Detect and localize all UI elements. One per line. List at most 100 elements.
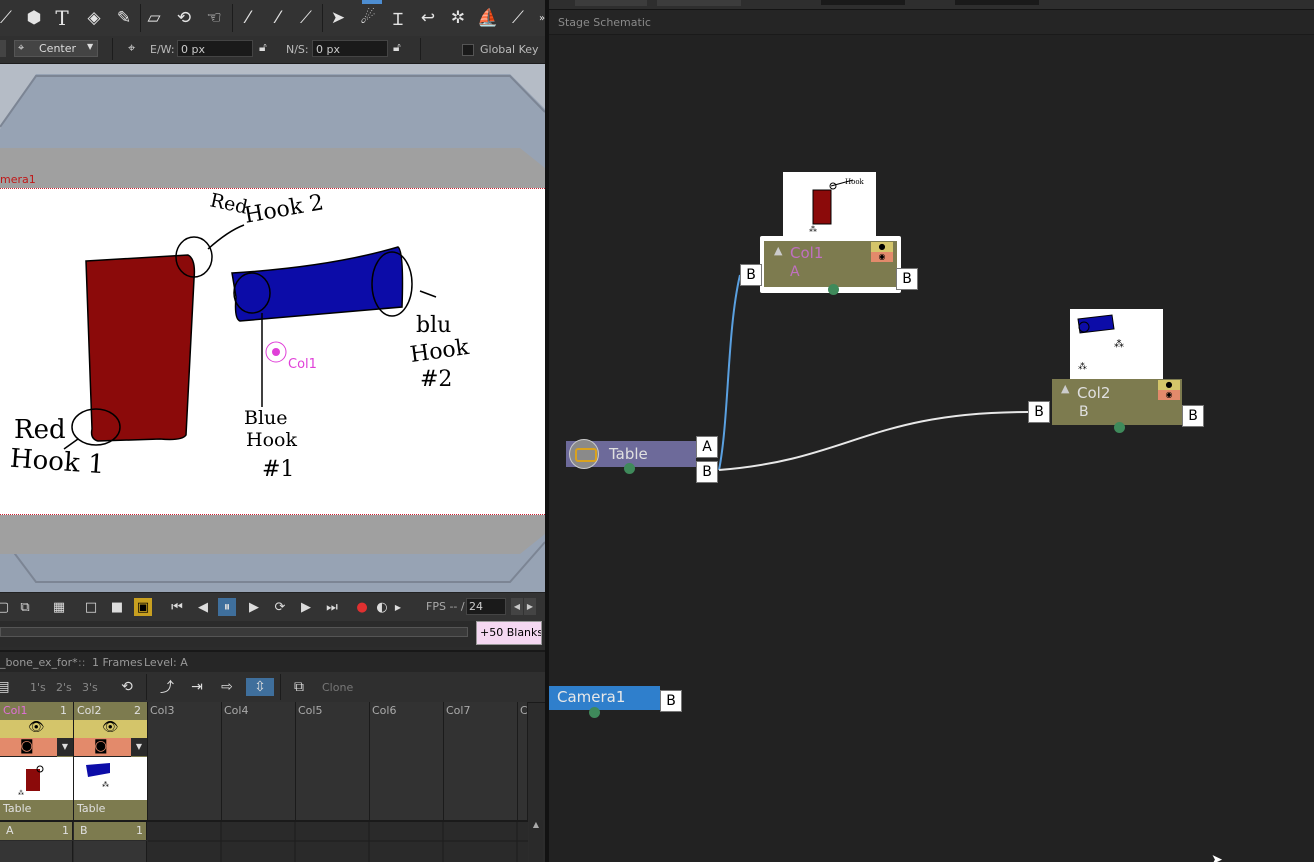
eye-icon[interactable]: ● [1158, 380, 1180, 390]
rgb-picker-tool-icon[interactable]: ⁄ [266, 6, 290, 30]
rotate-icon[interactable]: ⤴ [158, 678, 176, 696]
camera-port[interactable]: B [660, 690, 682, 712]
table-output-dot[interactable] [624, 463, 635, 474]
eraser-tool-icon[interactable]: ▱ [142, 6, 166, 30]
type-tool-icon[interactable]: T [50, 6, 74, 30]
chevron-right-icon[interactable]: ▶ [392, 598, 404, 616]
camstand-toggle-icon[interactable]: ◙ [20, 738, 34, 754]
import-icon[interactable]: ⇥ [188, 678, 206, 696]
node-sub: A [790, 264, 800, 280]
column-header-col5[interactable]: Col5 [296, 702, 370, 820]
ew-field[interactable]: 0 px [177, 40, 253, 57]
finger-tool-icon[interactable]: ☜ [202, 6, 226, 30]
plastic-tool-icon[interactable]: ⛵ [476, 6, 500, 30]
snapshot-icon[interactable]: ▢ [0, 598, 12, 616]
loop-icon[interactable]: ⟳ [271, 598, 289, 616]
last-frame-icon[interactable]: ⏭ [323, 598, 341, 616]
table-port-b[interactable]: B [696, 461, 718, 483]
brush-tool-icon[interactable]: ⟋ [0, 6, 18, 30]
magnet-tool-icon[interactable]: ⟋ [506, 6, 530, 30]
hook-tool-icon[interactable]: ✲ [446, 6, 470, 30]
step-2s-button[interactable]: 2's [56, 678, 72, 696]
camstand-icon[interactable]: ◉ [1158, 390, 1180, 400]
export-icon[interactable]: ⇨ [218, 678, 236, 696]
lock-icon[interactable]: 🔓︎ [259, 40, 267, 55]
frame-scrub-area: +50 Blanks [0, 621, 545, 647]
prev-frame-icon[interactable]: ◀ [194, 598, 212, 616]
channel-icon[interactable]: ◐ [373, 598, 391, 616]
compare-icon[interactable]: ⧉ [16, 598, 34, 616]
lock-icon[interactable]: 🔓︎ [393, 40, 401, 55]
column-header-col7[interactable]: Col7 [444, 702, 518, 820]
col2-output-dot[interactable] [1114, 422, 1125, 433]
fill-tool-icon[interactable]: ◈ [82, 6, 106, 30]
next-frame-icon[interactable]: ▶ [297, 598, 315, 616]
col1-output-dot[interactable] [828, 284, 839, 295]
stage-schematic-pane[interactable]: Stage Schematic Hook ⁂ ▲ Col1 A ● ◉ B B ⁂… [549, 0, 1314, 862]
black-bg-icon[interactable]: ■ [108, 598, 126, 616]
skeleton-tool-icon[interactable]: Ɪ [386, 6, 410, 30]
camstand-icon[interactable]: ◉ [871, 252, 893, 262]
chevron-down-icon[interactable]: ▼ [57, 738, 73, 756]
insert-icon[interactable]: ⇳ [246, 678, 274, 696]
tracker-tool-icon[interactable]: ↩ [416, 6, 440, 30]
camstand-toggle-icon[interactable]: ◙ [94, 738, 108, 754]
column-header-col8[interactable]: C [518, 702, 528, 820]
column-number: 1 [60, 704, 67, 717]
checkerboard-bg-icon[interactable]: ▦ [50, 598, 68, 616]
xsheet-cell[interactable] [74, 841, 147, 862]
geometric-tool-icon[interactable]: ⬢ [22, 6, 46, 30]
xsheet-cell[interactable]: A 1 [0, 822, 73, 840]
selection-tool-icon[interactable]: ➤ [326, 6, 350, 30]
column-header-col3[interactable]: Col3 [148, 702, 222, 820]
eye-icon[interactable]: 👁︎ [102, 720, 119, 735]
reverse-icon[interactable]: ⟲ [118, 678, 136, 696]
camera-output-dot[interactable] [589, 707, 600, 718]
ns-field[interactable]: 0 px [312, 40, 388, 57]
blanks-button[interactable]: +50 Blanks [476, 621, 542, 645]
play-icon[interactable]: ▶ [245, 598, 263, 616]
white-bg-icon[interactable]: □ [82, 598, 100, 616]
camera-node[interactable]: Camera1 [549, 686, 660, 710]
xsheet-cell[interactable] [0, 841, 73, 862]
col1-child-port[interactable]: B [896, 268, 918, 290]
xsheet-scrollbar[interactable]: ▲ [529, 820, 543, 862]
global-key-checkbox[interactable] [462, 44, 474, 56]
center-dropdown[interactable]: ⌖ Center ▼ [14, 40, 98, 57]
eye-icon[interactable]: 👁︎ [28, 720, 45, 735]
column-header-col4[interactable]: Col4 [222, 702, 296, 820]
checker-bg-icon[interactable]: ▣ [134, 598, 152, 616]
tape-tool-icon[interactable]: ⟲ [172, 6, 196, 30]
first-frame-icon[interactable]: ⏮ [168, 598, 186, 616]
fps-field[interactable]: 24 [466, 598, 506, 615]
clone-button[interactable]: Clone [322, 678, 353, 696]
frame-slider[interactable] [0, 627, 468, 637]
paint-brush-tool-icon[interactable]: ✎ [112, 6, 136, 30]
fps-slider-right-icon[interactable]: ▶ [524, 598, 536, 615]
control-point-editor-icon[interactable]: ⟋ [294, 6, 318, 30]
chevron-down-icon[interactable]: ▼ [131, 738, 147, 756]
layout-icon[interactable]: ▤ [0, 678, 10, 696]
col2-node[interactable]: ▲ Col2 B ● ◉ [1052, 379, 1182, 425]
col2-parent-port[interactable]: B [1028, 401, 1050, 423]
pause-icon[interactable]: ⏸ [218, 598, 236, 616]
fps-slider-left-icon[interactable]: ◀ [511, 598, 523, 615]
camera-area[interactable]: Col1 Red Hook 2 Red Hook 1 Blue Hook #1 … [0, 188, 545, 515]
step-1s-button[interactable]: 1's [30, 678, 46, 696]
clone-icon[interactable]: ⧉ [290, 678, 308, 696]
column-header-col1[interactable]: Col1 1 👁︎ ◙ ▼ ⁂ Table [0, 702, 74, 820]
column-header-col2[interactable]: Col2 2 👁︎ ◙ ▼ ⁂ Table [74, 702, 148, 820]
pinch-tool-icon[interactable]: ☄ [356, 6, 380, 30]
more-tools-icon[interactable]: » [530, 6, 545, 30]
table-port-a[interactable]: A [696, 436, 718, 458]
col1-parent-port[interactable]: B [740, 264, 762, 286]
eye-icon[interactable]: ● [871, 242, 893, 252]
col2-child-port[interactable]: B [1182, 405, 1204, 427]
style-picker-tool-icon[interactable]: ⁄ [236, 6, 260, 30]
red-channel-icon[interactable]: ● [353, 598, 371, 616]
node-sub: B [1079, 404, 1089, 420]
xsheet-cell[interactable]: B 1 [74, 822, 147, 840]
schematic-links [718, 274, 1029, 471]
column-header-col6[interactable]: Col6 [370, 702, 444, 820]
step-3s-button[interactable]: 3's [82, 678, 98, 696]
